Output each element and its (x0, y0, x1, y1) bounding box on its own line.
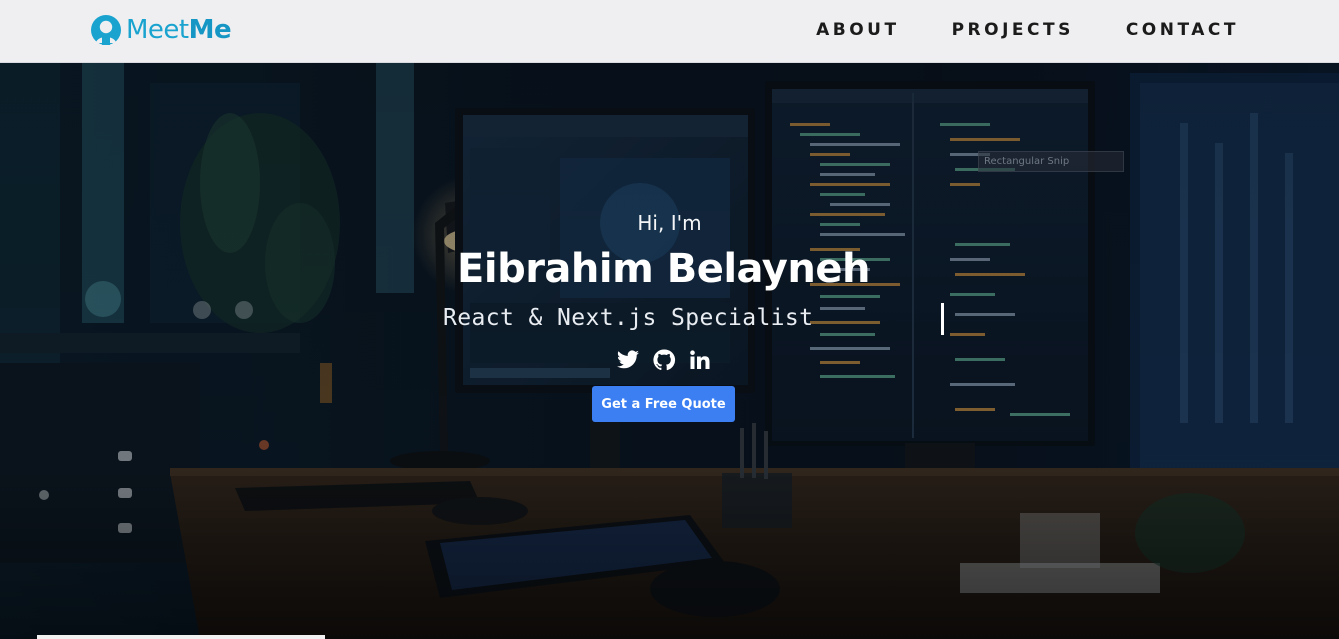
github-link[interactable] (652, 348, 676, 372)
nav-item-contact[interactable]: CONTACT (1126, 20, 1239, 40)
social-links (616, 348, 712, 372)
get-quote-button[interactable]: Get a Free Quote (592, 386, 735, 422)
hero-role: React & Next.js Specialist (443, 305, 814, 331)
hero-section: Rectangular Snip Hi, I'm Eibrahim Belayn… (0, 63, 1339, 639)
brand-name-bold: Me (188, 15, 232, 45)
brand-name: MeetMe (126, 10, 232, 50)
github-icon (653, 349, 676, 371)
brand-logo[interactable]: MeetMe (90, 10, 232, 50)
hero-name: Eibrahim Belayneh (457, 246, 870, 292)
hero-content: Hi, I'm Eibrahim Belayneh React & Next.j… (0, 63, 1339, 639)
next-section-peek (37, 635, 325, 639)
hero-greeting: Hi, I'm (637, 211, 702, 235)
twitter-icon (617, 350, 639, 369)
user-avatar-icon (91, 15, 121, 45)
nav-item-about[interactable]: ABOUT (816, 20, 899, 40)
nav-menu: ABOUT PROJECTS CONTACT (816, 0, 1239, 60)
navbar: MeetMe ABOUT PROJECTS CONTACT (0, 0, 1339, 63)
brand-name-regular: Meet (126, 15, 189, 45)
linkedin-link[interactable] (688, 348, 712, 372)
twitter-link[interactable] (616, 348, 640, 372)
nav-item-projects[interactable]: PROJECTS (952, 20, 1074, 40)
linkedin-icon (690, 350, 710, 369)
typing-caret (941, 303, 944, 335)
